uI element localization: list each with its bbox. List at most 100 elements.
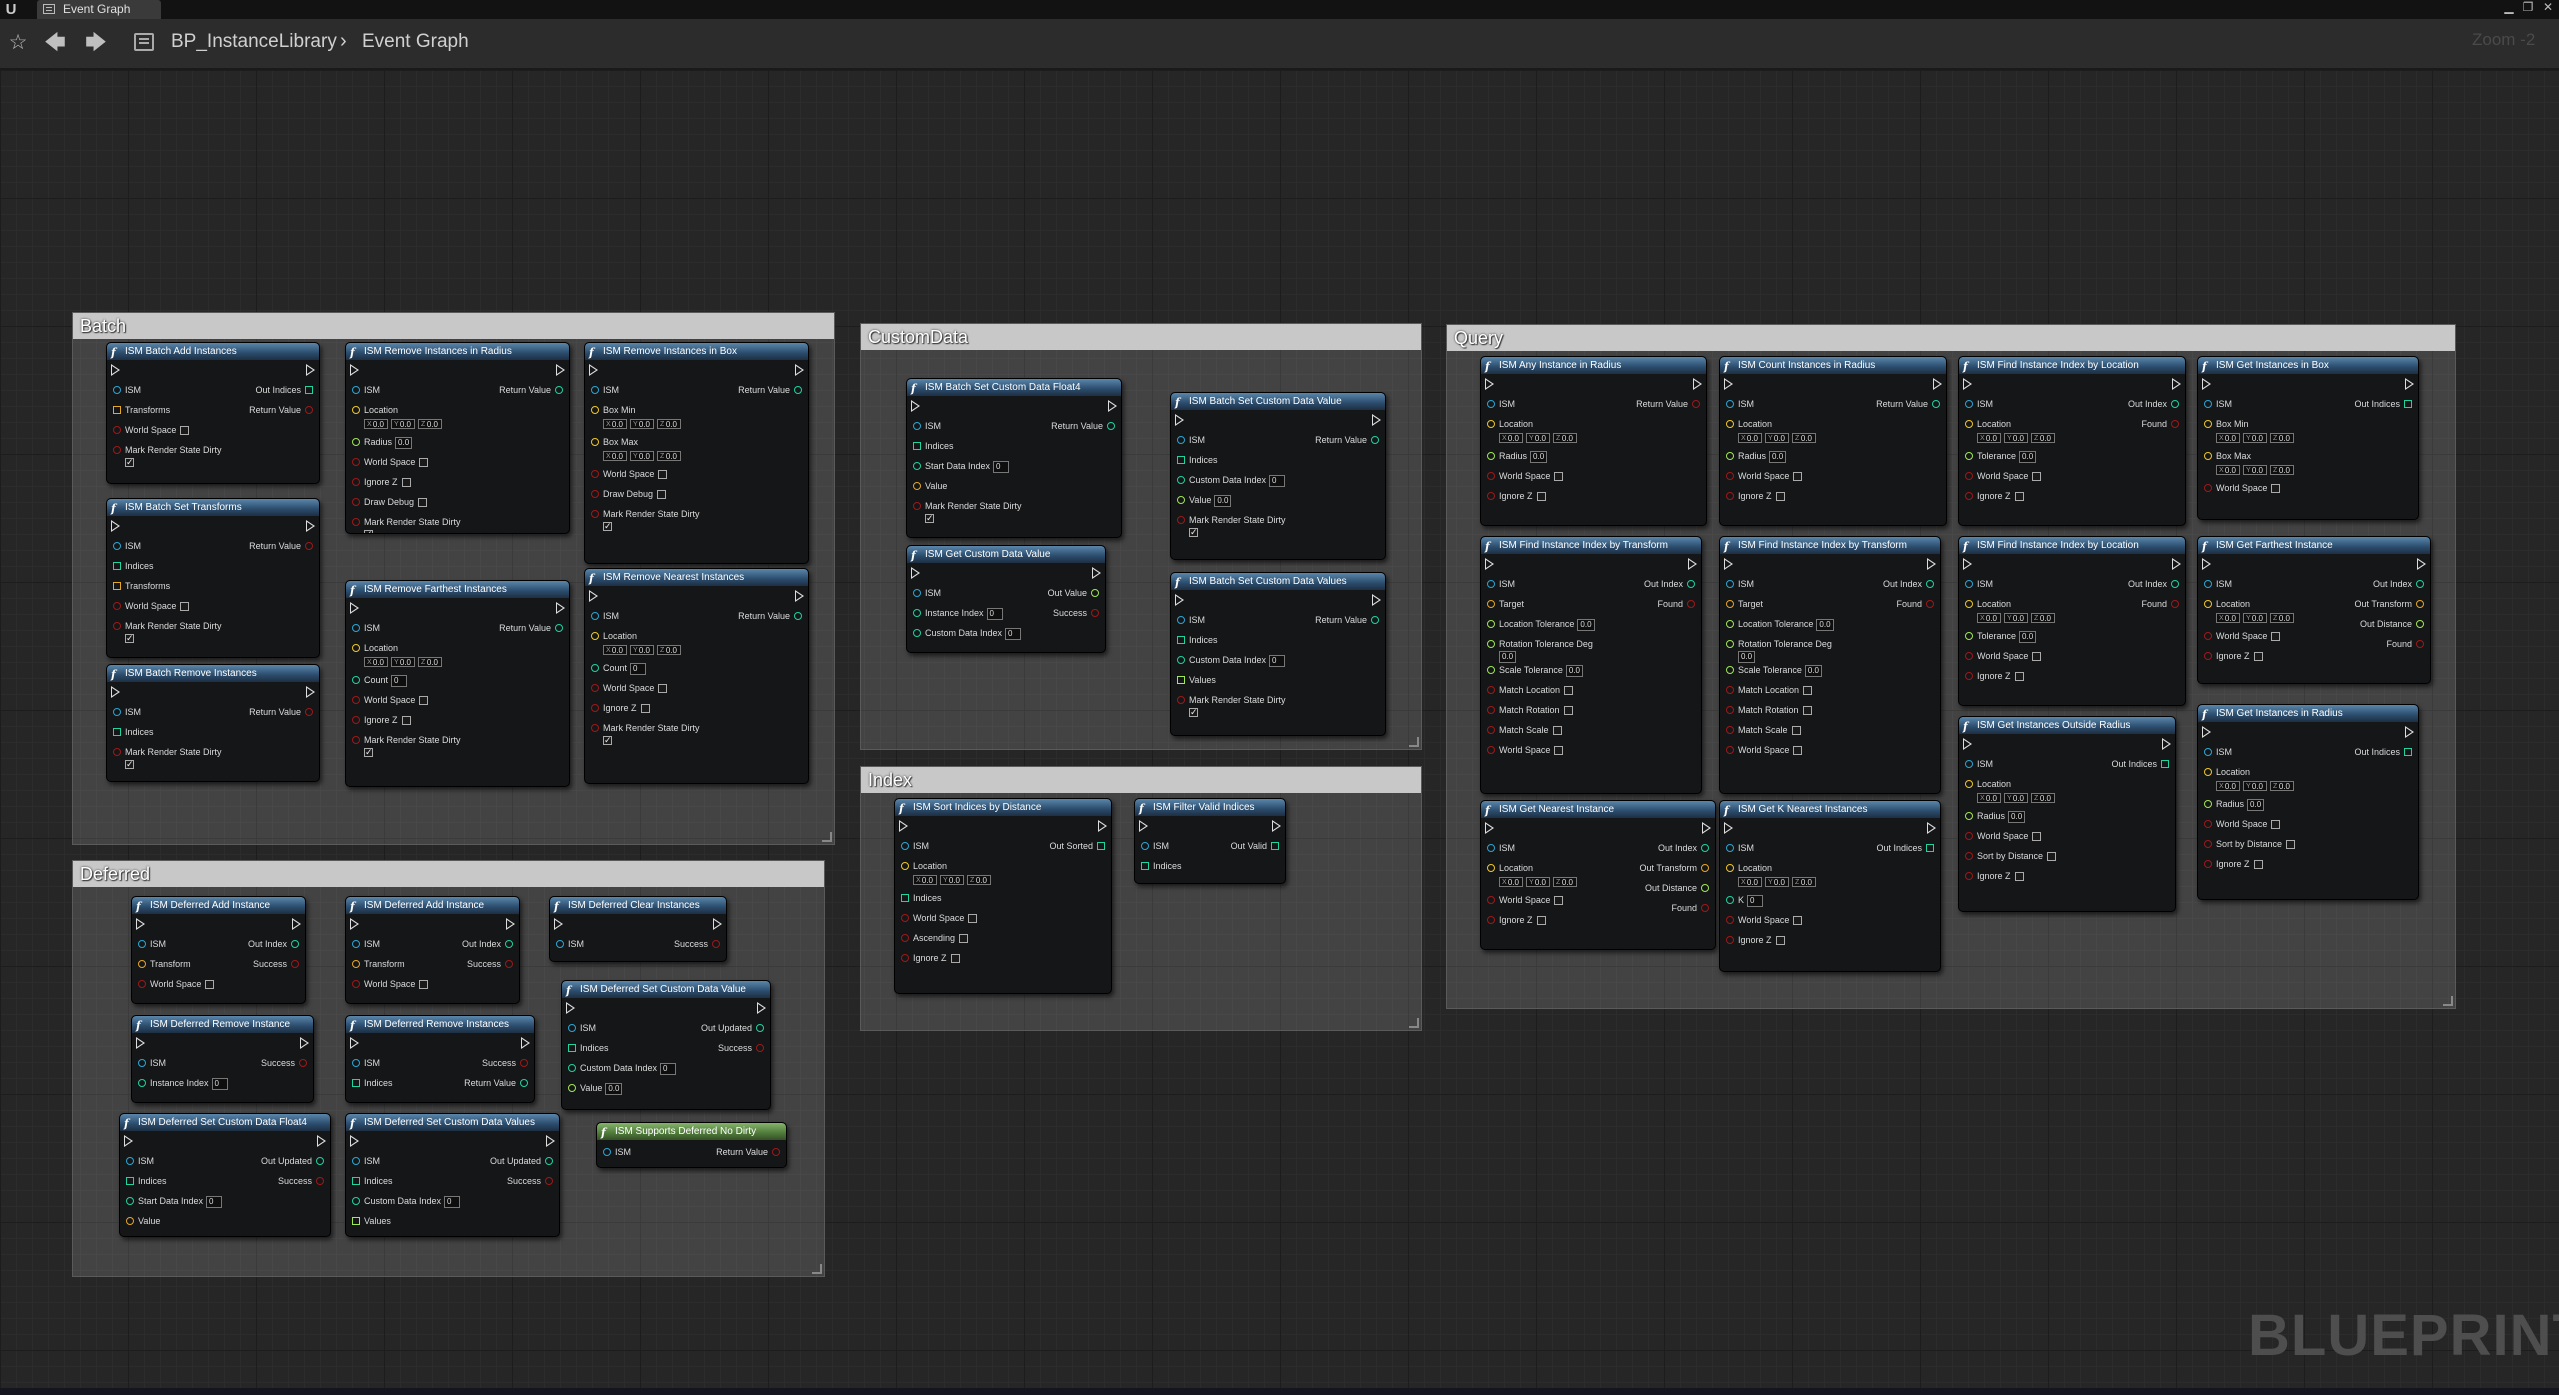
checkbox[interactable] <box>2047 852 2057 862</box>
exec-input-pin-icon[interactable] <box>350 364 359 376</box>
x-component-field[interactable]: 0.0 <box>364 657 388 668</box>
value-field[interactable]: 0 <box>986 607 1003 620</box>
exec-output-pin-icon[interactable] <box>546 1135 555 1147</box>
node-title[interactable]: f ISM Sort Indices by Distance <box>895 799 1111 816</box>
resize-handle-icon[interactable] <box>1409 1018 1419 1028</box>
input-pin-location[interactable]: Location0.00.00.0 <box>1487 862 1580 888</box>
checkbox[interactable] <box>1803 686 1813 696</box>
node-count-in-radius[interactable]: f ISM Count Instances in Radius ISM Return … <box>1719 356 1947 526</box>
node-title[interactable]: f ISM Count Instances in Radius <box>1720 357 1946 374</box>
input-pin-ism[interactable]: ISM <box>1965 578 1993 590</box>
z-component-field[interactable]: 0.0 <box>967 875 991 886</box>
node-batch-remove[interactable]: f ISM Batch Remove Instances ISM Return Val… <box>106 664 320 782</box>
exec-output-pin-icon[interactable] <box>795 364 804 376</box>
x-component-field[interactable]: 0.0 <box>603 451 627 462</box>
output-pin-out-distance[interactable]: Out Distance <box>1645 882 1710 894</box>
input-pin-custom-data-index[interactable]: Custom Data Index 0 <box>1177 654 1286 667</box>
node-title[interactable]: f ISM Get Farthest Instance <box>2198 537 2430 554</box>
checkbox[interactable] <box>2286 840 2296 850</box>
resize-handle-icon[interactable] <box>822 832 832 842</box>
input-pin-location[interactable]: Location0.00.00.0 <box>2204 766 2297 792</box>
y-component-field[interactable]: 0.0 <box>1526 433 1550 444</box>
input-pin-ism[interactable]: ISM <box>1965 758 1993 770</box>
checkbox[interactable] <box>364 528 373 533</box>
y-component-field[interactable]: 0.0 <box>2243 781 2267 792</box>
output-pin-out-updated[interactable]: Out Updated <box>490 1155 554 1167</box>
node-title[interactable]: f ISM Find Instance Index by Transform <box>1481 537 1701 554</box>
exec-output-pin-icon[interactable] <box>521 1037 530 1049</box>
input-pin-ism[interactable]: ISM <box>1487 398 1515 410</box>
z-component-field[interactable]: 0.0 <box>418 419 442 430</box>
resize-handle-icon[interactable] <box>2443 996 2453 1006</box>
value-field[interactable]: 0.0 <box>2019 630 2037 643</box>
z-component-field[interactable]: 0.0 <box>418 657 442 668</box>
checkbox[interactable] <box>1563 706 1573 716</box>
input-pin-ism[interactable]: ISM <box>352 1155 380 1167</box>
output-pin-out-indices[interactable]: Out Indices <box>2354 746 2412 758</box>
z-component-field[interactable]: 0.0 <box>657 451 681 462</box>
exec-output-pin-icon[interactable] <box>506 918 515 930</box>
node-title[interactable]: f ISM Deferred Add Instance <box>346 897 519 914</box>
checkbox[interactable] <box>364 746 373 758</box>
exec-output-pin-icon[interactable] <box>1372 594 1381 606</box>
exec-output-pin-icon[interactable] <box>1372 414 1381 426</box>
input-pin-sort-by-distance[interactable]: Sort by Distance <box>1965 850 2057 862</box>
input-pin-world-space[interactable]: World Space <box>1726 744 1803 756</box>
exec-input-pin-icon[interactable] <box>1175 414 1184 426</box>
y-component-field[interactable]: 0.0 <box>1526 877 1550 888</box>
input-pin-mark-dirty[interactable]: Mark Render State Dirty <box>113 746 222 770</box>
z-component-field[interactable]: 0.0 <box>1792 877 1816 888</box>
input-pin-indices[interactable]: Indices <box>1141 860 1182 872</box>
input-pin-location-tolerance[interactable]: Location Tolerance 0.0 <box>1726 618 1834 631</box>
node-title[interactable]: f ISM Get Instances Outside Radius <box>1959 717 2175 734</box>
x-component-field[interactable]: 0.0 <box>1738 433 1762 444</box>
node-title[interactable]: f ISM Deferred Remove Instance <box>132 1016 313 1033</box>
input-pin-ism[interactable]: ISM <box>556 938 584 950</box>
exec-output-pin-icon[interactable] <box>1688 558 1697 570</box>
input-pin-transform[interactable]: Transform <box>352 958 405 970</box>
checkbox[interactable] <box>2271 820 2281 830</box>
input-pin-ignore-z[interactable]: Ignore Z <box>352 714 411 726</box>
input-pin-ignore-z[interactable]: Ignore Z <box>1965 870 2024 882</box>
restore-button[interactable]: ❐ <box>2521 1 2535 13</box>
output-pin-out-value[interactable]: Out Value <box>1048 587 1100 599</box>
value-field[interactable]: 0.0 <box>1577 618 1595 631</box>
input-pin-ism[interactable]: ISM <box>113 706 141 718</box>
output-pin-success[interactable]: Success <box>253 958 300 970</box>
x-component-field[interactable]: 0.0 <box>364 419 388 430</box>
input-pin-transform[interactable]: Transform <box>138 958 191 970</box>
exec-input-pin-icon[interactable] <box>136 1037 145 1049</box>
output-pin-return-value[interactable]: Return Value <box>249 404 313 416</box>
exec-output-pin-icon[interactable] <box>795 590 804 602</box>
checkbox[interactable] <box>1564 686 1574 696</box>
input-pin-tolerance[interactable]: Tolerance 0.0 <box>1965 450 2037 463</box>
node-filter-valid[interactable]: f ISM Filter Valid Indices ISM Out Valid Ind… <box>1134 798 1286 884</box>
node-title[interactable]: f ISM Deferred Set Custom Data Values <box>346 1114 559 1131</box>
input-pin-world-space[interactable]: World Space <box>2204 630 2281 642</box>
input-pin-custom-data-index[interactable]: Custom Data Index 0 <box>352 1195 461 1208</box>
output-pin-out-index[interactable]: Out Index <box>248 938 300 950</box>
node-def-remove1[interactable]: f ISM Deferred Remove Instance ISM Success I… <box>131 1015 314 1103</box>
output-pin-success[interactable]: Success <box>674 938 721 950</box>
input-pin-ism[interactable]: ISM <box>1726 578 1754 590</box>
checkbox[interactable] <box>419 980 429 990</box>
z-component-field[interactable]: 0.0 <box>2031 793 2055 804</box>
exec-input-pin-icon[interactable] <box>1724 822 1733 834</box>
checkbox[interactable] <box>2014 672 2024 682</box>
input-pin-indices[interactable]: Indices <box>113 560 154 572</box>
node-title[interactable]: f ISM Filter Valid Indices <box>1135 799 1285 816</box>
exec-input-pin-icon[interactable] <box>350 1135 359 1147</box>
z-component-field[interactable]: 0.0 <box>2031 433 2055 444</box>
z-component-field[interactable]: 0.0 <box>1553 433 1577 444</box>
value-field[interactable]: 0.0 <box>1565 664 1583 677</box>
input-pin-ism[interactable]: ISM <box>2204 746 2232 758</box>
y-component-field[interactable]: 0.0 <box>2243 613 2267 624</box>
exec-output-pin-icon[interactable] <box>1098 820 1107 832</box>
input-pin-match-rotation[interactable]: Match Rotation <box>1726 704 1812 716</box>
node-title[interactable]: f ISM Get Nearest Instance <box>1481 801 1715 818</box>
breadcrumb-current[interactable]: Event Graph <box>362 31 469 53</box>
input-pin-sort-by-distance[interactable]: Sort by Distance <box>2204 838 2296 850</box>
output-pin-found[interactable]: Found <box>2141 598 2179 610</box>
output-pin-out-index[interactable]: Out Index <box>462 938 514 950</box>
node-title[interactable]: f ISM Supports Deferred No Dirty <box>597 1123 786 1140</box>
